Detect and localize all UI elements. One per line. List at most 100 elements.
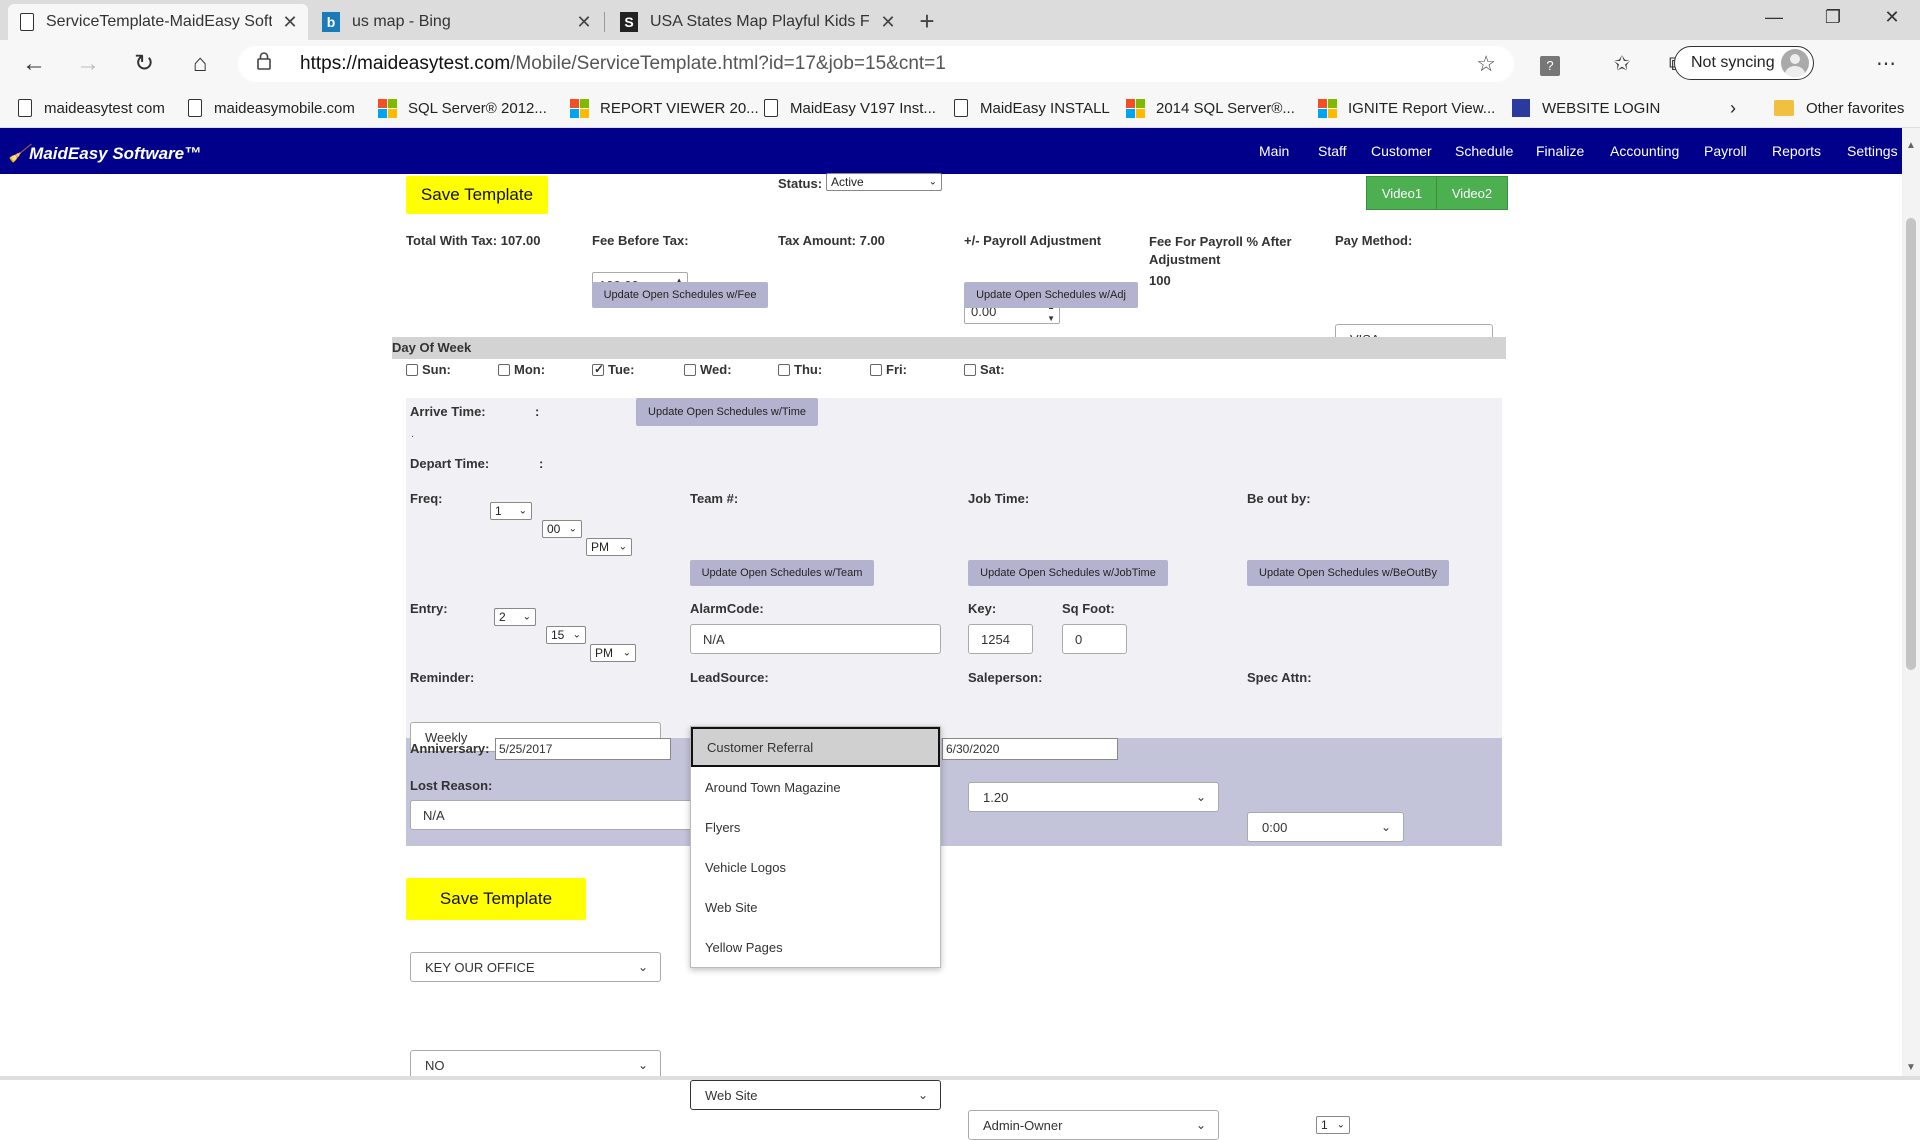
lost-reason-input[interactable]: N/A: [410, 800, 700, 830]
fav-maideasymobile[interactable]: maideasymobile.com: [188, 94, 355, 122]
scrollbar-thumb[interactable]: [1906, 218, 1916, 670]
checkbox-sat[interactable]: [964, 363, 976, 376]
job-time-select[interactable]: 1.20 ⌄: [968, 782, 1219, 812]
be-out-by-select[interactable]: 0:00 ⌄: [1247, 812, 1404, 842]
checkbox-fri[interactable]: [870, 363, 882, 376]
nav-reports[interactable]: Reports: [1772, 143, 1821, 159]
update-time-button[interactable]: Update Open Schedules w/Time: [636, 398, 818, 426]
update-adj-button[interactable]: Update Open Schedules w/Adj: [964, 282, 1138, 308]
new-tab-icon[interactable]: +: [912, 6, 942, 37]
video1-button[interactable]: Video1: [1366, 176, 1438, 210]
fav-maideasytest[interactable]: maideasytest com: [18, 94, 165, 122]
checkbox-wed[interactable]: [684, 363, 696, 376]
sq-foot-input[interactable]: 0: [1062, 624, 1127, 654]
minimize-icon[interactable]: —: [1746, 2, 1802, 32]
url-input[interactable]: https://maideasytest.com/Mobile/ServiceT…: [238, 46, 1514, 82]
checkbox-sun[interactable]: [406, 363, 418, 376]
fav-maideasy-v197[interactable]: MaidEasy V197 Inst...: [764, 94, 936, 122]
fav-other-favorites[interactable]: Other favorites: [1774, 94, 1904, 122]
profile-sync-button[interactable]: Not syncing: [1674, 46, 1814, 80]
day-mon[interactable]: Mon:: [498, 362, 545, 377]
video2-button[interactable]: Video2: [1436, 176, 1508, 210]
close-tab-icon[interactable]: ✕: [272, 12, 308, 33]
fav-report-viewer[interactable]: REPORT VIEWER 20...: [570, 94, 759, 122]
depart-hour-select[interactable]: 2 ⌄: [494, 608, 536, 626]
tab-servicetemplate[interactable]: ServiceTemplate-MaidEasy Softw ✕: [8, 4, 308, 40]
nav-main[interactable]: Main: [1259, 143, 1289, 159]
saleperson-select[interactable]: Admin-Owner ⌄: [968, 1110, 1219, 1140]
favorites-icon[interactable]: ✩: [1604, 48, 1640, 80]
checkbox-tue[interactable]: [592, 362, 604, 376]
checkbox-thu[interactable]: [778, 363, 790, 376]
leadsource-option-yellow-pages[interactable]: Yellow Pages: [691, 927, 940, 967]
scroll-down-icon[interactable]: ▼: [1904, 1062, 1918, 1073]
fav-ignite-report[interactable]: IGNITE Report View...: [1318, 94, 1495, 122]
update-team-button[interactable]: Update Open Schedules w/Team: [690, 560, 874, 586]
close-window-icon[interactable]: ✕: [1864, 2, 1920, 32]
fav-label: Other favorites: [1806, 99, 1905, 117]
total-with-tax: Total With Tax: 107.00: [406, 233, 541, 248]
fav-label: IGNITE Report View...: [1348, 99, 1496, 117]
date-input[interactable]: 6/30/2020: [942, 738, 1118, 760]
day-tue[interactable]: Tue:: [592, 362, 634, 377]
fav-sql-server-2012[interactable]: SQL Server® 2012...: [378, 94, 547, 122]
fav-website-login[interactable]: WEBSITE LOGIN: [1512, 94, 1660, 122]
alarm-code-input[interactable]: N/A: [690, 624, 941, 654]
help-extension-icon[interactable]: ?: [1532, 48, 1568, 80]
close-tab-icon[interactable]: ✕: [566, 12, 602, 33]
leadsource-option-around-town-magazine[interactable]: Around Town Magazine: [691, 767, 940, 807]
day-wed[interactable]: Wed:: [684, 362, 732, 377]
update-fee-button[interactable]: Update Open Schedules w/Fee: [592, 282, 768, 308]
leadsource-option-flyers[interactable]: Flyers: [691, 807, 940, 847]
day-label: Tue:: [608, 362, 635, 377]
refresh-icon[interactable]: ↻: [126, 48, 162, 80]
favorite-star-icon[interactable]: ☆: [1476, 51, 1496, 77]
fav-sql-server-2014[interactable]: 2014 SQL Server®...: [1126, 94, 1295, 122]
anniversary-input[interactable]: 5/25/2017: [495, 738, 671, 760]
leadsource-option-web-site[interactable]: Web Site: [691, 887, 940, 927]
restore-icon[interactable]: ❐: [1805, 2, 1861, 32]
scroll-up-icon[interactable]: ▲: [1904, 140, 1918, 151]
day-thu[interactable]: Thu:: [778, 362, 822, 377]
save-template-button-bottom[interactable]: Save Template: [406, 878, 586, 920]
nav-payroll[interactable]: Payroll: [1704, 143, 1747, 159]
nav-finalize[interactable]: Finalize: [1536, 143, 1584, 159]
nav-settings[interactable]: Settings: [1847, 143, 1898, 159]
nav-schedule[interactable]: Schedule: [1455, 143, 1513, 159]
leadsource-select[interactable]: Web Site ⌄: [690, 1080, 941, 1110]
fav-maideasy-install[interactable]: MaidEasy INSTALL: [954, 94, 1110, 122]
update-jobtime-button[interactable]: Update Open Schedules w/JobTime: [968, 560, 1168, 586]
nav-accounting[interactable]: Accounting: [1610, 143, 1679, 159]
arrive-hour-select[interactable]: 1 ⌄: [490, 502, 532, 520]
checkbox-mon[interactable]: [498, 363, 510, 376]
entry-select[interactable]: KEY OUR OFFICE ⌄: [410, 952, 661, 982]
depart-minute-select[interactable]: 15 ⌄: [546, 626, 586, 644]
fee-for-payroll-value: 100: [1149, 273, 1171, 288]
forward-icon[interactable]: →: [70, 48, 106, 80]
day-fri[interactable]: Fri:: [870, 362, 907, 377]
spec-attn-select[interactable]: 1 ⌄: [1316, 1116, 1350, 1134]
nav-staff[interactable]: Staff: [1318, 143, 1347, 159]
close-tab-icon[interactable]: ✕: [870, 12, 906, 33]
back-icon[interactable]: ←: [16, 48, 52, 80]
save-template-button-top[interactable]: Save Template: [406, 176, 548, 214]
home-icon[interactable]: ⌂: [182, 48, 218, 80]
maideasy-logo[interactable]: 🧹MaidEasy Software™: [8, 144, 201, 164]
day-sun[interactable]: Sun:: [406, 362, 451, 377]
arrive-minute-select[interactable]: 00 ⌄: [542, 520, 582, 538]
leadsource-option-vehicle-logos[interactable]: Vehicle Logos: [691, 847, 940, 887]
leadsource-option-customer-referral[interactable]: Customer Referral: [691, 727, 940, 767]
tab-us-map-bing[interactable]: b us map - Bing ✕: [310, 4, 602, 40]
arrive-time-label: Arrive Time:: [410, 404, 486, 419]
depart-ampm-select[interactable]: PM ⌄: [590, 644, 636, 662]
chevron-down-icon: ⌄: [618, 541, 627, 553]
arrive-ampm-select[interactable]: PM ⌄: [586, 538, 632, 556]
key-input[interactable]: 1254: [968, 624, 1033, 654]
more-menu-icon[interactable]: ⋯: [1868, 48, 1904, 80]
status-select[interactable]: Active ⌄: [826, 173, 942, 191]
tab-usa-states-map[interactable]: S USA States Map Playful Kids Fun ✕: [608, 4, 906, 40]
nav-customer[interactable]: Customer: [1371, 143, 1432, 159]
chevron-right-icon[interactable]: ›: [1730, 94, 1736, 122]
update-beoutby-button[interactable]: Update Open Schedules w/BeOutBy: [1247, 560, 1449, 586]
day-sat[interactable]: Sat:: [964, 362, 1005, 377]
